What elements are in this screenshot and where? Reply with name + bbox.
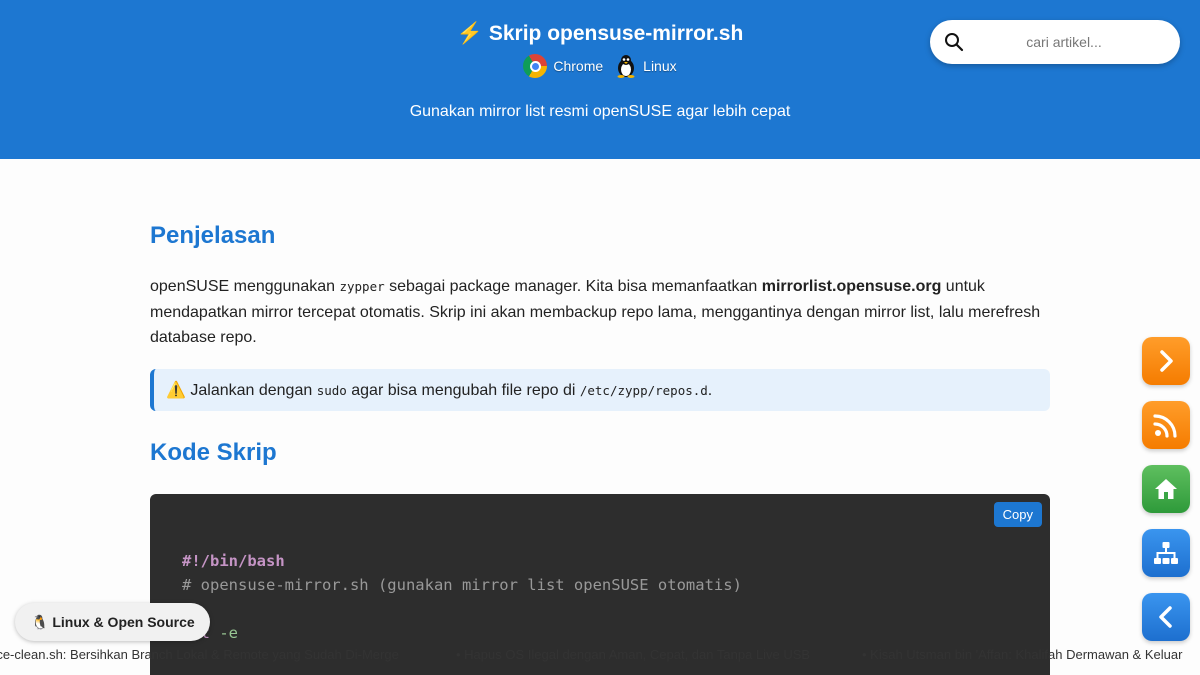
search-icon bbox=[945, 33, 964, 52]
inline-code: sudo bbox=[316, 382, 347, 398]
code-line: set -e bbox=[182, 623, 238, 642]
chrome-icon bbox=[523, 54, 548, 78]
sitemap-icon bbox=[1154, 542, 1178, 564]
ticker-item[interactable]: • Kisah Utsman bin 'Affan: Khalifah Derm… bbox=[862, 647, 1182, 662]
home-icon bbox=[1155, 479, 1177, 499]
search-box[interactable] bbox=[930, 20, 1180, 64]
penguin-icon: 🐧 bbox=[31, 613, 49, 630]
article-content: Penjelasan openSUSE menggunakan zypper s… bbox=[150, 222, 1050, 675]
tux-icon bbox=[617, 55, 635, 78]
ticker-item[interactable]: • Hapus OS Ilegal dengan Aman, Cepat, da… bbox=[456, 647, 810, 662]
section-title-kode-skrip: Kode Skrip bbox=[150, 438, 277, 466]
bold-text: mirrorlist.opensuse.org bbox=[761, 278, 942, 295]
browser-chrome-label: Chrome bbox=[553, 58, 604, 74]
home-button[interactable] bbox=[1142, 465, 1190, 513]
inline-code: zypper bbox=[339, 279, 385, 294]
rss-button[interactable] bbox=[1142, 401, 1190, 449]
category-badge[interactable]: 🐧 Linux & Open Source bbox=[15, 603, 210, 641]
ticker-item[interactable]: rce-clean.sh: Bersihkan Branch Lokal & R… bbox=[0, 647, 399, 662]
browser-chrome: Chrome bbox=[523, 54, 603, 78]
warning-icon: ⚠️ bbox=[166, 381, 186, 399]
code-line: # opensuse-mirror.sh (gunakan mirror lis… bbox=[182, 575, 742, 594]
category-badge-label: Linux & Open Source bbox=[52, 614, 195, 630]
page-subtitle: Gunakan mirror list resmi openSUSE agar … bbox=[409, 103, 791, 120]
chevron-left-icon bbox=[1159, 606, 1172, 628]
next-button[interactable] bbox=[1142, 337, 1190, 385]
rss-icon bbox=[1153, 414, 1177, 438]
warning-note: ⚠️ Jalankan dengan sudo agar bisa mengub… bbox=[150, 368, 1050, 411]
news-ticker: rce-clean.sh: Bersihkan Branch Lokal & R… bbox=[0, 645, 1200, 665]
page-title-text: Skrip opensuse-mirror.sh bbox=[488, 22, 744, 45]
chevron-right-icon bbox=[1160, 350, 1173, 372]
search-input[interactable] bbox=[974, 34, 1154, 50]
inline-code: /etc/zypp/repos.d bbox=[579, 382, 708, 398]
lightning-icon: ⚡ bbox=[456, 22, 483, 45]
sitemap-button[interactable] bbox=[1142, 529, 1190, 577]
browser-linux-label: Linux bbox=[643, 58, 677, 74]
browser-linux: Linux bbox=[615, 54, 677, 78]
copy-button[interactable]: Copy bbox=[993, 501, 1042, 527]
side-navigation bbox=[1142, 337, 1190, 641]
section-title-penjelasan: Penjelasan bbox=[150, 222, 276, 249]
prev-button[interactable] bbox=[1142, 593, 1190, 641]
code-line: #!/bin/bash bbox=[182, 551, 285, 570]
explanation-paragraph: openSUSE menggunakan zypper sebagai pack… bbox=[150, 278, 1041, 346]
